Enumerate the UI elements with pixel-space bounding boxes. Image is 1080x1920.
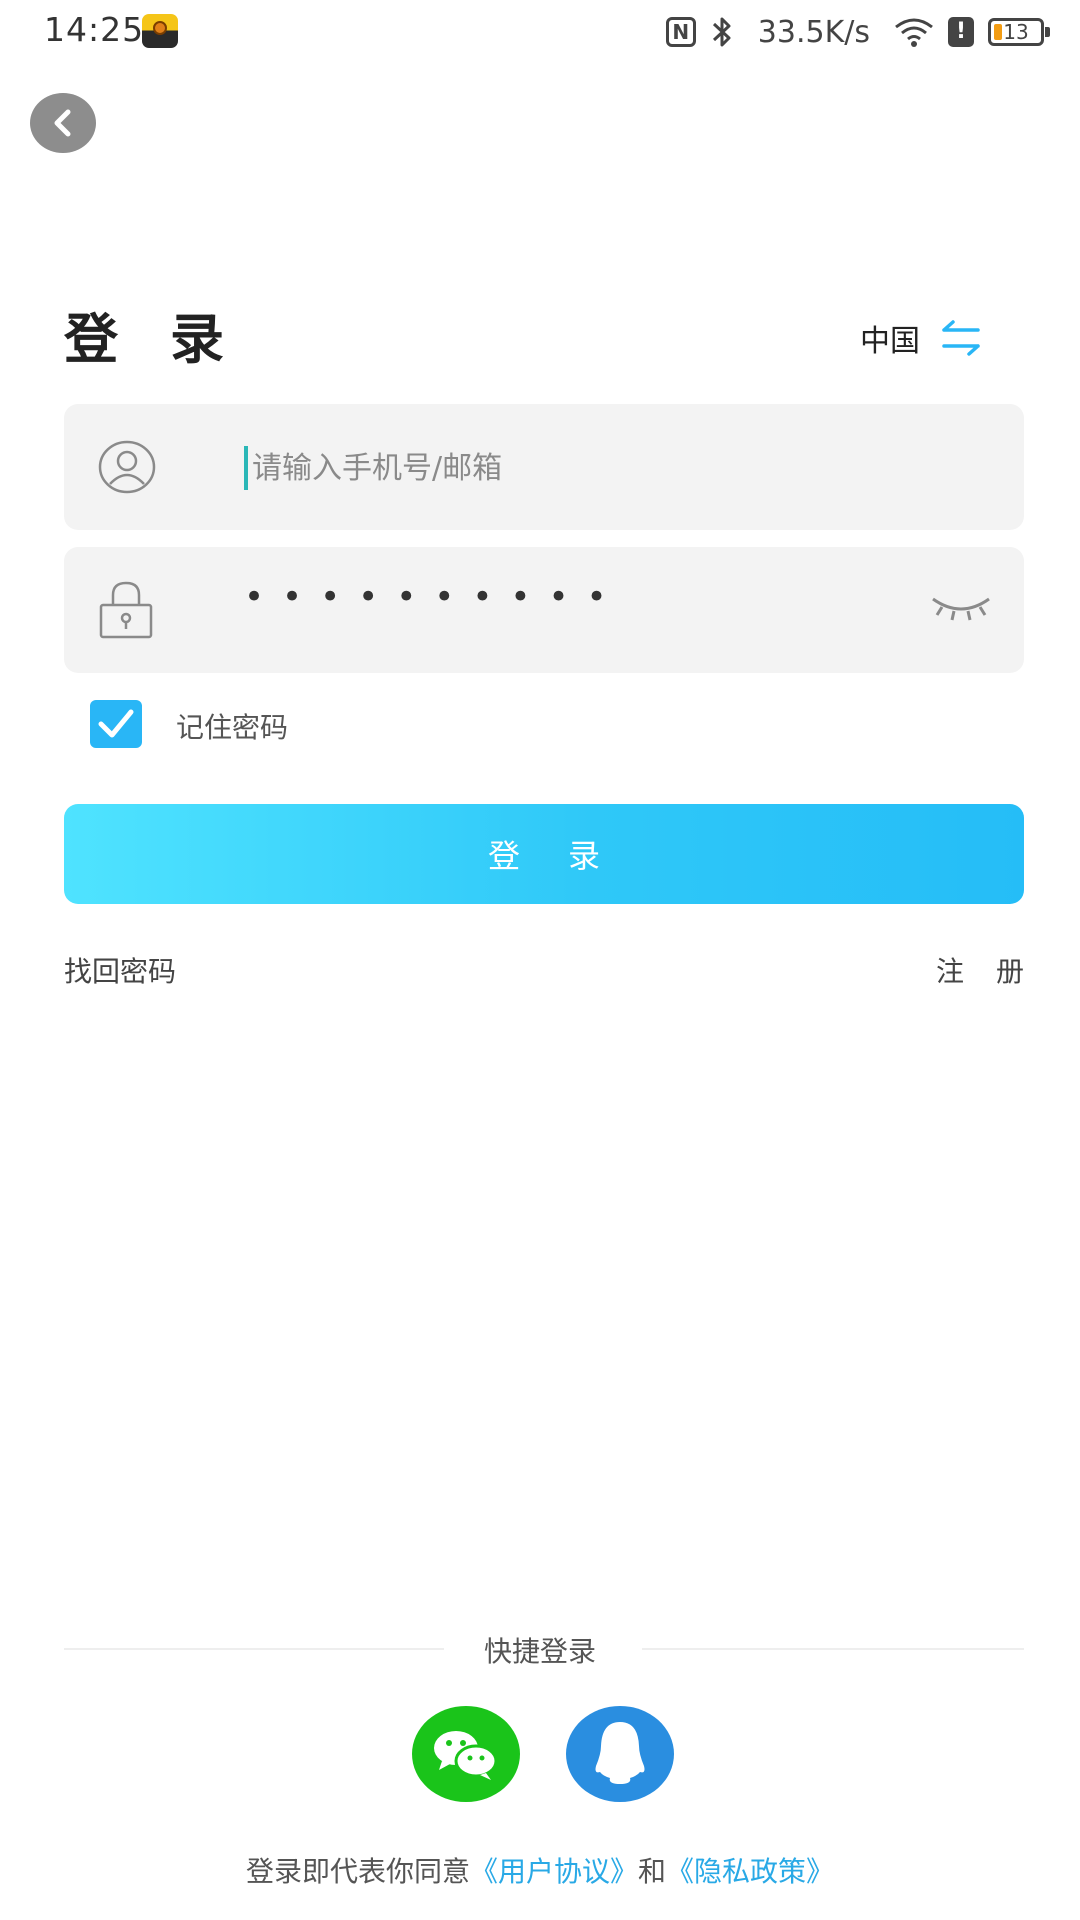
privacy-policy-link[interactable]: 《隐私政策》 [666, 1855, 834, 1888]
password-field[interactable]: •••••••••• [64, 547, 1024, 673]
lock-icon [99, 581, 153, 639]
swap-arrows-icon [942, 320, 980, 356]
wifi-icon [894, 17, 934, 47]
network-speed: 33.5K/s [757, 14, 870, 50]
text-caret [244, 446, 248, 490]
battery-icon: 13 [988, 18, 1050, 46]
phone-email-field[interactable] [64, 404, 1024, 530]
wechat-login-button[interactable] [412, 1706, 520, 1802]
register-link[interactable]: 注册 [936, 950, 1056, 990]
alert-icon: ! [948, 17, 974, 47]
region-selector[interactable]: 中国 [860, 316, 982, 360]
divider-right [642, 1648, 1024, 1650]
forgot-password-link[interactable]: 找回密码 [64, 950, 176, 990]
check-icon [98, 709, 134, 738]
remember-password-label[interactable]: 记住密码 [176, 706, 288, 746]
wechat-icon [434, 1731, 498, 1780]
agreement-prefix: 登录即代表你同意 [245, 1855, 470, 1888]
login-button[interactable]: 登录 [64, 804, 1024, 904]
status-bar: 14:25 N 33.5K/s ! 13 [0, 0, 1080, 66]
app-notification-icon [142, 14, 178, 48]
eye-closed-icon[interactable] [930, 593, 992, 627]
back-button[interactable] [30, 93, 96, 153]
bluetooth-icon [710, 15, 734, 49]
chevron-left-icon [54, 109, 71, 137]
status-icons: N 33.5K/s ! 13 [665, 12, 1050, 52]
phone-email-input[interactable] [250, 434, 994, 502]
status-time: 14:25 [44, 10, 145, 49]
quick-login-label: 快捷登录 [483, 1635, 596, 1668]
remember-password-checkbox[interactable] [90, 700, 142, 748]
qq-icon [595, 1722, 645, 1784]
qq-login-button[interactable] [566, 1706, 674, 1802]
user-icon [98, 440, 156, 494]
nfc-icon: N [665, 17, 696, 47]
user-agreement-link[interactable]: 《用户协议》 [470, 1855, 638, 1888]
password-input[interactable]: •••••••••• [244, 577, 884, 643]
agreement-text: 登录即代表你同意《用户协议》和《隐私政策》 [0, 1850, 1080, 1890]
agreement-conjunction: 和 [638, 1855, 667, 1888]
region-label: 中国 [860, 324, 920, 359]
page-title: 登录 [64, 308, 276, 371]
